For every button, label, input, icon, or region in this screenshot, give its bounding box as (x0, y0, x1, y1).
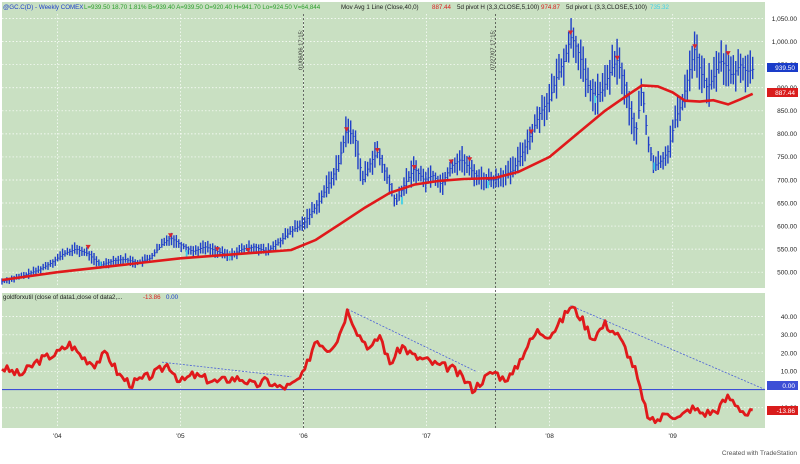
price-tick-label: 1,000.00 (772, 39, 798, 46)
chart-canvas: 01/06/06 17:15: 07/27/07 17:15: 500.00 550… (0, 0, 800, 459)
event-line-label: 01/06/06 17:15: (299, 29, 305, 70)
price-tick-label: 650.00 (777, 200, 797, 207)
oscillator-tag-value: -13.86 (777, 408, 796, 415)
footer-credit: Created with TradeStation (722, 450, 798, 457)
oscillator-tick-label: 40.00 (781, 314, 798, 321)
price-panel (2, 2, 765, 288)
price-tag-value: 939.50 (775, 65, 795, 72)
oscillator-tick-label: 30.00 (781, 332, 798, 339)
header-value-pivot-h: 974.87 (541, 4, 560, 11)
header-quote: L=939.50 18.70 1.81% B=939.40 A=939.50 O… (84, 4, 321, 11)
price-tick-label: 700.00 (777, 177, 797, 184)
ma-tag-value: 887.44 (775, 90, 795, 97)
price-tick-label: 1,050.00 (772, 16, 798, 23)
price-tick-label: 850.00 (777, 108, 797, 115)
price-tick-label: 600.00 (777, 223, 797, 230)
header-value-pivot-l: 735.32 (650, 4, 669, 11)
time-tick-label: '08 (545, 433, 554, 440)
price-tick-label: 500.00 (777, 269, 797, 276)
time-tick-label: '06 (299, 433, 308, 440)
price-tick-label: 800.00 (777, 131, 797, 138)
header-indicator-pivot-l: 5d pivot L (3,3,CLOSE,5,100) (566, 4, 647, 11)
price-tick-label: 750.00 (777, 154, 797, 161)
header-indicator-pivot-h: 5d pivot H (3,3,CLOSE,5,100) (457, 4, 539, 11)
oscillator-value: -13.86 (143, 294, 161, 301)
time-tick-label: '07 (422, 433, 431, 440)
time-tick-label: '05 (176, 433, 185, 440)
header-indicator-ma: Mov Avg 1 Line (Close,40,0) (341, 4, 419, 11)
time-tick-label: '09 (668, 433, 677, 440)
header-symbol: @GC.C(D) - Weekly COMEX (3, 4, 83, 11)
price-tick-label: 550.00 (777, 246, 797, 253)
header-value-ma: 887.44 (432, 4, 451, 11)
oscillator-tick-label: 20.00 (781, 350, 798, 357)
chart-window: 01/06/06 17:15: 07/27/07 17:15: 500.00 550… (0, 0, 800, 459)
time-tick-label: '04 (53, 433, 62, 440)
event-line-label: 07/27/07 17:15: (490, 29, 496, 70)
oscillator-zero-value: 0.00 (166, 294, 179, 301)
oscillator-tick-label: 10.00 (781, 369, 798, 376)
oscillator-label: goldforxutil (close of data1,close of da… (3, 294, 123, 301)
zero-tag-value: 0.00 (782, 383, 795, 390)
